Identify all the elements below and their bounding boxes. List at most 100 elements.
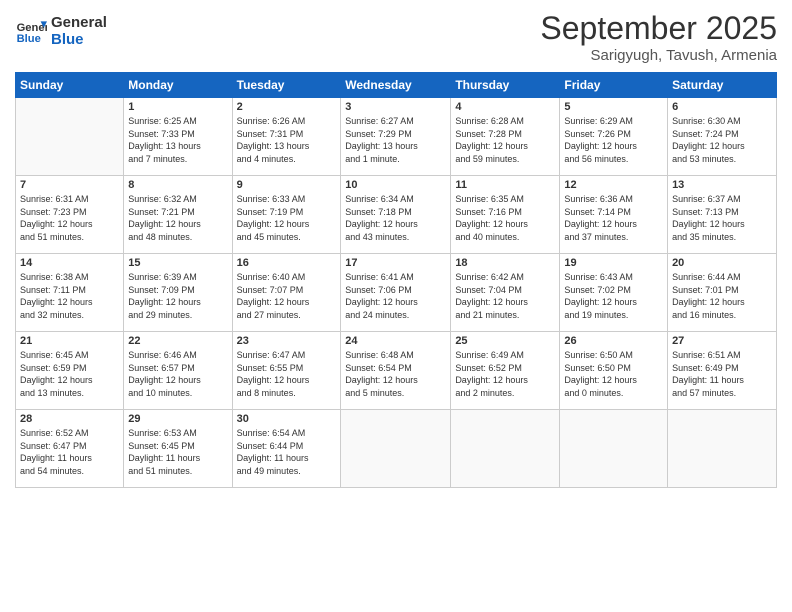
svg-text:Blue: Blue bbox=[17, 33, 41, 45]
day-info: Sunrise: 6:30 AMSunset: 7:24 PMDaylight:… bbox=[672, 115, 772, 165]
day-number: 30 bbox=[237, 413, 337, 425]
calendar-cell: 10Sunrise: 6:34 AMSunset: 7:18 PMDayligh… bbox=[341, 176, 451, 254]
calendar-cell: 8 Sunrise: 6:32 AMSunset: 7:21 PMDaylight… bbox=[124, 176, 232, 254]
weekday-header-tuesday: Tuesday bbox=[232, 73, 341, 98]
calendar-cell: 16 Sunrise: 6:40 AMSunset: 7:07 PMDayligh… bbox=[232, 254, 341, 332]
weekday-header-sunday: Sunday bbox=[16, 73, 124, 98]
weekday-header-row: SundayMondayTuesdayWednesdayThursdayFrid… bbox=[16, 73, 777, 98]
calendar-cell: 21Sunrise: 6:45 AMSunset: 6:59 PMDayligh… bbox=[16, 332, 124, 410]
calendar-cell bbox=[341, 410, 451, 488]
day-number: 12 bbox=[564, 179, 663, 191]
calendar-week-row: 14 Sunrise: 6:38 AMSunset: 7:11 PMDayligh… bbox=[16, 254, 777, 332]
day-number: 13 bbox=[672, 179, 772, 191]
day-number: 11 bbox=[455, 179, 555, 191]
day-number: 17 bbox=[345, 257, 446, 269]
day-number: 1 bbox=[128, 101, 227, 113]
day-number: 22 bbox=[128, 335, 227, 347]
day-number: 2 bbox=[237, 101, 337, 113]
page: General Blue General Blue September 2025… bbox=[0, 0, 792, 612]
calendar-cell: 13 Sunrise: 6:37 AMSunset: 7:13 PMDayligh… bbox=[668, 176, 777, 254]
calendar-cell: 4Sunrise: 6:28 AMSunset: 7:28 PMDaylight… bbox=[451, 98, 560, 176]
day-info: Sunrise: 6:40 AMSunset: 7:07 PMDaylight:… bbox=[237, 271, 337, 321]
calendar-cell: 18Sunrise: 6:42 AMSunset: 7:04 PMDayligh… bbox=[451, 254, 560, 332]
day-info: Sunrise: 6:29 AMSunset: 7:26 PMDaylight:… bbox=[564, 115, 663, 165]
day-info: Sunrise: 6:33 AMSunset: 7:19 PMDaylight:… bbox=[237, 193, 337, 243]
day-info: Sunrise: 6:46 AMSunset: 6:57 PMDaylight:… bbox=[128, 349, 227, 399]
day-number: 6 bbox=[672, 101, 772, 113]
calendar-cell: 3 Sunrise: 6:27 AMSunset: 7:29 PMDaylight… bbox=[341, 98, 451, 176]
day-info: Sunrise: 6:32 AMSunset: 7:21 PMDaylight:… bbox=[128, 193, 227, 243]
calendar-cell bbox=[16, 98, 124, 176]
day-number: 4 bbox=[455, 101, 555, 113]
day-number: 19 bbox=[564, 257, 663, 269]
day-info: Sunrise: 6:52 AMSunset: 6:47 PMDaylight:… bbox=[20, 427, 119, 477]
logo-general: General bbox=[51, 14, 107, 31]
day-number: 5 bbox=[564, 101, 663, 113]
calendar-week-row: 7Sunrise: 6:31 AMSunset: 7:23 PMDaylight… bbox=[16, 176, 777, 254]
calendar-cell: 5 Sunrise: 6:29 AMSunset: 7:26 PMDaylight… bbox=[560, 98, 668, 176]
calendar-cell: 17Sunrise: 6:41 AMSunset: 7:06 PMDayligh… bbox=[341, 254, 451, 332]
day-number: 8 bbox=[128, 179, 227, 191]
calendar-cell: 19 Sunrise: 6:43 AMSunset: 7:02 PMDayligh… bbox=[560, 254, 668, 332]
calendar-cell: 9 Sunrise: 6:33 AMSunset: 7:19 PMDaylight… bbox=[232, 176, 341, 254]
calendar-cell: 12 Sunrise: 6:36 AMSunset: 7:14 PMDayligh… bbox=[560, 176, 668, 254]
day-info: Sunrise: 6:44 AMSunset: 7:01 PMDaylight:… bbox=[672, 271, 772, 321]
day-info: Sunrise: 6:48 AMSunset: 6:54 PMDaylight:… bbox=[345, 349, 446, 399]
weekday-header-thursday: Thursday bbox=[451, 73, 560, 98]
day-info: Sunrise: 6:38 AMSunset: 7:11 PMDaylight:… bbox=[20, 271, 119, 321]
calendar-cell: 6 Sunrise: 6:30 AMSunset: 7:24 PMDaylight… bbox=[668, 98, 777, 176]
day-number: 14 bbox=[20, 257, 119, 269]
calendar-cell: 25Sunrise: 6:49 AMSunset: 6:52 PMDayligh… bbox=[451, 332, 560, 410]
calendar-cell bbox=[451, 410, 560, 488]
calendar-cell bbox=[560, 410, 668, 488]
calendar-cell: 15 Sunrise: 6:39 AMSunset: 7:09 PMDayligh… bbox=[124, 254, 232, 332]
location-subtitle: Sarigyugh, Tavush, Armenia bbox=[540, 47, 777, 64]
day-info: Sunrise: 6:37 AMSunset: 7:13 PMDaylight:… bbox=[672, 193, 772, 243]
calendar-cell: 14 Sunrise: 6:38 AMSunset: 7:11 PMDayligh… bbox=[16, 254, 124, 332]
day-info: Sunrise: 6:27 AMSunset: 7:29 PMDaylight:… bbox=[345, 115, 446, 165]
weekday-header-friday: Friday bbox=[560, 73, 668, 98]
logo-blue: Blue bbox=[51, 31, 107, 48]
day-info: Sunrise: 6:43 AMSunset: 7:02 PMDaylight:… bbox=[564, 271, 663, 321]
day-info: Sunrise: 6:53 AMSunset: 6:45 PMDaylight:… bbox=[128, 427, 227, 477]
day-info: Sunrise: 6:26 AMSunset: 7:31 PMDaylight:… bbox=[237, 115, 337, 165]
day-info: Sunrise: 6:54 AMSunset: 6:44 PMDaylight:… bbox=[237, 427, 337, 477]
calendar-table: SundayMondayTuesdayWednesdayThursdayFrid… bbox=[15, 72, 777, 488]
calendar-cell: 26 Sunrise: 6:50 AMSunset: 6:50 PMDayligh… bbox=[560, 332, 668, 410]
weekday-header-saturday: Saturday bbox=[668, 73, 777, 98]
day-number: 9 bbox=[237, 179, 337, 191]
calendar-cell: 1Sunrise: 6:25 AMSunset: 7:33 PMDaylight… bbox=[124, 98, 232, 176]
calendar-cell: 27Sunrise: 6:51 AMSunset: 6:49 PMDayligh… bbox=[668, 332, 777, 410]
day-info: Sunrise: 6:51 AMSunset: 6:49 PMDaylight:… bbox=[672, 349, 772, 399]
weekday-header-wednesday: Wednesday bbox=[341, 73, 451, 98]
day-number: 24 bbox=[345, 335, 446, 347]
day-info: Sunrise: 6:50 AMSunset: 6:50 PMDaylight:… bbox=[564, 349, 663, 399]
day-info: Sunrise: 6:35 AMSunset: 7:16 PMDaylight:… bbox=[455, 193, 555, 243]
day-number: 18 bbox=[455, 257, 555, 269]
title-block: September 2025 Sarigyugh, Tavush, Armeni… bbox=[540, 10, 777, 64]
day-number: 21 bbox=[20, 335, 119, 347]
calendar-cell: 23Sunrise: 6:47 AMSunset: 6:55 PMDayligh… bbox=[232, 332, 341, 410]
day-info: Sunrise: 6:34 AMSunset: 7:18 PMDaylight:… bbox=[345, 193, 446, 243]
calendar-cell: 28Sunrise: 6:52 AMSunset: 6:47 PMDayligh… bbox=[16, 410, 124, 488]
calendar-week-row: 28Sunrise: 6:52 AMSunset: 6:47 PMDayligh… bbox=[16, 410, 777, 488]
day-number: 3 bbox=[345, 101, 446, 113]
calendar-header: SundayMondayTuesdayWednesdayThursdayFrid… bbox=[16, 73, 777, 98]
day-number: 26 bbox=[564, 335, 663, 347]
calendar-cell: 20Sunrise: 6:44 AMSunset: 7:01 PMDayligh… bbox=[668, 254, 777, 332]
day-info: Sunrise: 6:39 AMSunset: 7:09 PMDaylight:… bbox=[128, 271, 227, 321]
day-number: 7 bbox=[20, 179, 119, 191]
calendar-cell: 2 Sunrise: 6:26 AMSunset: 7:31 PMDaylight… bbox=[232, 98, 341, 176]
day-info: Sunrise: 6:36 AMSunset: 7:14 PMDaylight:… bbox=[564, 193, 663, 243]
calendar-cell: 22 Sunrise: 6:46 AMSunset: 6:57 PMDayligh… bbox=[124, 332, 232, 410]
calendar-week-row: 1Sunrise: 6:25 AMSunset: 7:33 PMDaylight… bbox=[16, 98, 777, 176]
day-number: 23 bbox=[237, 335, 337, 347]
header: General Blue General Blue September 2025… bbox=[15, 10, 777, 64]
calendar-cell: 24 Sunrise: 6:48 AMSunset: 6:54 PMDayligh… bbox=[341, 332, 451, 410]
calendar-body: 1Sunrise: 6:25 AMSunset: 7:33 PMDaylight… bbox=[16, 98, 777, 488]
day-number: 16 bbox=[237, 257, 337, 269]
calendar-cell: 7Sunrise: 6:31 AMSunset: 7:23 PMDaylight… bbox=[16, 176, 124, 254]
day-number: 15 bbox=[128, 257, 227, 269]
calendar-cell: 29 Sunrise: 6:53 AMSunset: 6:45 PMDayligh… bbox=[124, 410, 232, 488]
day-number: 29 bbox=[128, 413, 227, 425]
